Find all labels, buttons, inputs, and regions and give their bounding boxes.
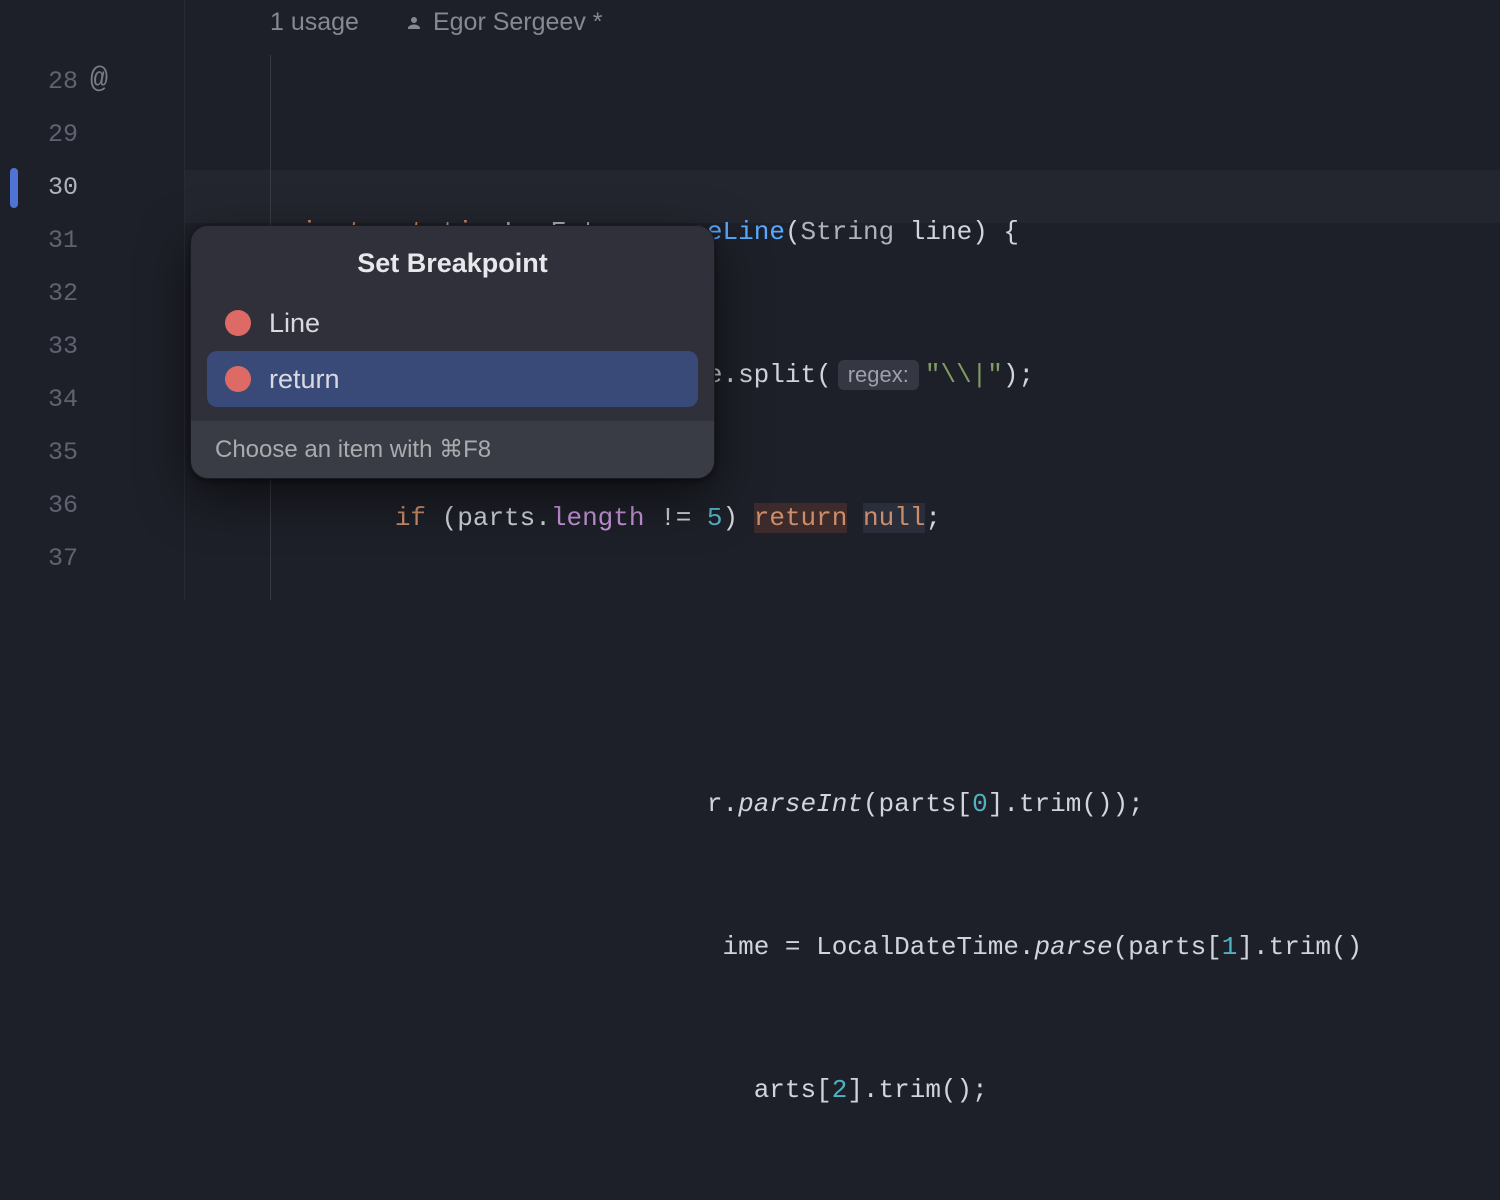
popup-item-line[interactable]: Line <box>207 295 698 351</box>
line-number[interactable]: 33 <box>0 332 82 361</box>
number: 2 <box>832 1075 848 1105</box>
keyword: null <box>863 503 925 533</box>
breakpoint-icon <box>225 366 251 392</box>
method-call: parse <box>1035 932 1113 962</box>
code-line[interactable] <box>270 634 1500 687</box>
line-number[interactable]: 32 <box>0 279 82 308</box>
number: 1 <box>1222 932 1238 962</box>
punct: ) <box>723 503 754 533</box>
override-icon[interactable]: @ <box>90 65 108 95</box>
line-number[interactable]: 37 <box>0 544 82 573</box>
code-text: arts[ <box>754 1075 832 1105</box>
code-editor[interactable]: 28 @ 29 30 31 32 33 34 35 36 37 1 usage … <box>0 0 1500 600</box>
code-text: (parts[ <box>1113 932 1222 962</box>
popup-list: Line return <box>191 295 714 421</box>
popup-item-label: Line <box>269 308 320 339</box>
line-number[interactable]: 29 <box>0 120 82 149</box>
method-call: parseInt <box>738 789 863 819</box>
keyword: return <box>754 503 848 533</box>
code-line[interactable]: if (parts. length != 5 ) return null ; <box>270 491 1500 544</box>
popup-footer: Choose an item with ⌘F8 <box>191 421 714 478</box>
code-text: ].trim(); <box>847 1075 987 1105</box>
code-text: ].trim()); <box>988 789 1144 819</box>
indent <box>270 503 395 533</box>
set-breakpoint-popup[interactable]: Set Breakpoint Line return Choose an ite… <box>190 225 715 479</box>
number: 0 <box>972 789 988 819</box>
breakpoint-icon <box>225 310 251 336</box>
punct: ) { <box>972 217 1019 247</box>
punct: ); <box>1003 360 1034 390</box>
code-text: r. <box>707 789 738 819</box>
keyword: if <box>395 503 426 533</box>
code-line[interactable]: ime = LocalDateTime. parse (parts[ 1 ].t… <box>270 920 1500 973</box>
popup-item-label: return <box>269 364 340 395</box>
property: length <box>551 503 645 533</box>
type: String <box>801 217 895 247</box>
operator: != <box>645 503 707 533</box>
line-number[interactable]: 28 <box>0 67 82 96</box>
code-text: ].trim() <box>1237 932 1362 962</box>
parameter-hint: regex: <box>838 360 919 390</box>
identifier: line <box>910 217 972 247</box>
punct: ( <box>816 360 832 390</box>
method-call: split <box>738 360 816 390</box>
punct: ; <box>925 503 941 533</box>
space <box>847 503 863 533</box>
code-text: (parts. <box>426 503 551 533</box>
popup-title: Set Breakpoint <box>191 226 714 295</box>
line-number[interactable]: 34 <box>0 385 82 414</box>
line-number[interactable]: 36 <box>0 491 82 520</box>
code-line[interactable]: arts[ 2 ].trim(); <box>270 1063 1500 1116</box>
line-number[interactable]: 31 <box>0 226 82 255</box>
line-number[interactable]: 35 <box>0 438 82 467</box>
gutter[interactable]: 28 @ 29 30 31 32 33 34 35 36 37 <box>0 0 185 600</box>
code-line[interactable]: r. parseInt (parts[ 0 ].trim()); <box>270 777 1500 830</box>
code-text: ime = LocalDateTime. <box>722 932 1034 962</box>
code-text: (parts[ <box>863 789 972 819</box>
string-literal: "\\|" <box>925 360 1003 390</box>
punct: ( <box>785 217 801 247</box>
breakpoint-strip[interactable] <box>10 168 18 208</box>
number: 5 <box>707 503 723 533</box>
popup-item-return[interactable]: return <box>207 351 698 407</box>
